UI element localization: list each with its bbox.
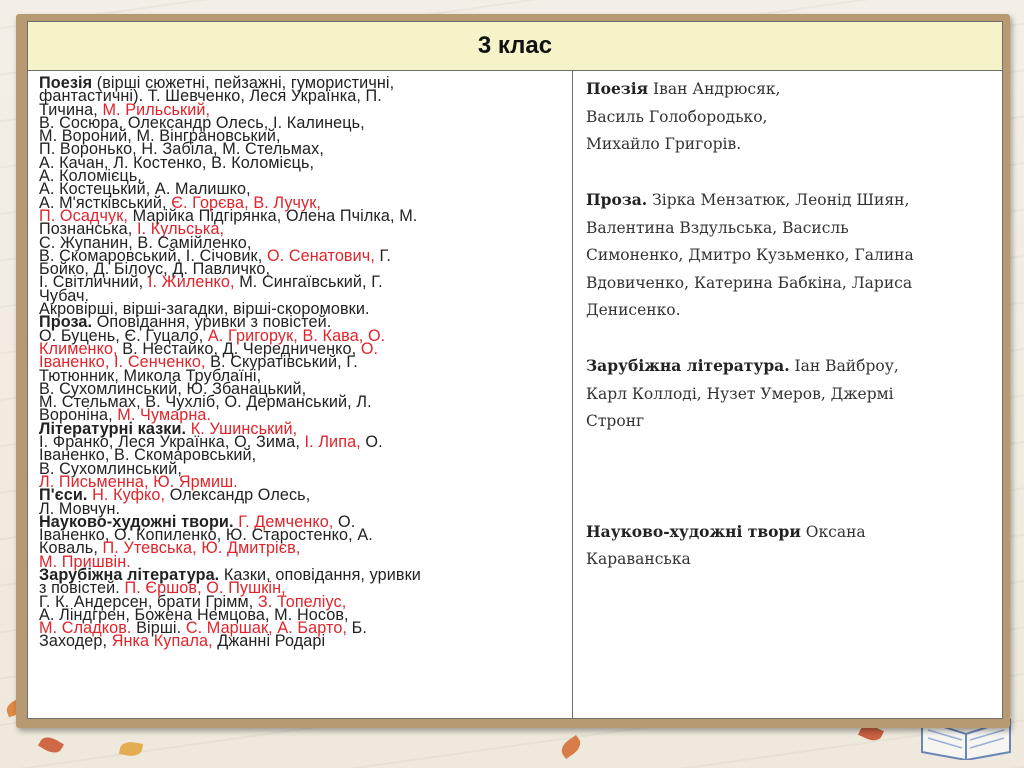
- highlighted-author: О.: [360, 339, 379, 358]
- foreign-line: Зарубіжна література. Іан Вайброу,: [586, 352, 990, 381]
- author-text: Г.: [374, 246, 392, 265]
- science-line: Науково-художні твори Оксана: [586, 518, 990, 547]
- highlighted-author: О. Сенатович,: [266, 246, 375, 265]
- poetry-line: Поезія Іван Андрюсяк,: [586, 75, 990, 104]
- author-line: Заходер, Янка Купала, Джанні Родарі: [39, 632, 562, 651]
- prose-text: Зірка Мензатюк, Леонід Шиян,: [647, 191, 910, 209]
- poetry-line: Василь Голобородько,: [586, 107, 768, 126]
- author-text: Заходер,: [39, 632, 112, 651]
- poetry-label: Поезія: [586, 79, 649, 98]
- prose-line: Симоненко, Дмитро Кузьменко, Галина: [586, 246, 914, 264]
- highlighted-author: І. Жиленко,: [147, 273, 235, 292]
- prose-label: Проза.: [586, 190, 648, 209]
- prose-line: Денисенко.: [586, 301, 681, 319]
- poetry-line: Михайло Григорів.: [586, 135, 742, 153]
- science-text: Оксана: [800, 522, 866, 541]
- author-line: І. Світличний, І. Жиленко, М. Сингаївськ…: [39, 273, 562, 292]
- foreign-line: Карл Коллоді, Нузет Умеров, Джермі: [586, 384, 894, 403]
- right-column: Поезія Іван Андрюсяк, Василь Голобородьк…: [574, 71, 1002, 718]
- page-title: 3 клас: [28, 22, 1002, 71]
- prose-line: Проза. Зірка Мензатюк, Леонід Шиян,: [586, 186, 990, 215]
- foreign-label: Зарубіжна література.: [586, 356, 790, 375]
- author-text: Б.: [347, 619, 367, 638]
- authors-table: 3 клас Поезія (вірші сюжетні, пейзажні, …: [27, 21, 1003, 719]
- foreign-line: Стронг: [586, 412, 645, 430]
- science-line: Караванська: [586, 550, 691, 568]
- poetry-text: Іван Андрюсяк,: [648, 80, 781, 98]
- foreign-text: Іан Вайброу,: [789, 357, 899, 375]
- highlighted-author: І. Липа,: [304, 433, 361, 452]
- author-text: М. Сингаївський, Г.: [234, 273, 383, 292]
- prose-line: Вдовиченко, Катерина Бабкіна, Лариса: [586, 273, 913, 292]
- curriculum-author-list: Поезія (вірші сюжетні, пейзажні, гуморис…: [39, 75, 562, 651]
- highlighted-author: П. Утевська, Ю. Дмитрієв,: [102, 539, 301, 558]
- author-text: Олександр Олесь,: [165, 486, 311, 505]
- prose-line: Валентина Вздульська, Васисль: [586, 218, 849, 237]
- highlighted-author: Янка Купала,: [111, 632, 213, 651]
- author-text: Джанні Родарі: [212, 632, 326, 651]
- additional-author-list: Поезія Іван Андрюсяк, Василь Голобородьк…: [586, 75, 990, 574]
- author-text: О.: [360, 433, 383, 452]
- left-column: Поезія (вірші сюжетні, пейзажні, гуморис…: [28, 71, 573, 718]
- science-label: Науково-художні твори: [586, 521, 801, 541]
